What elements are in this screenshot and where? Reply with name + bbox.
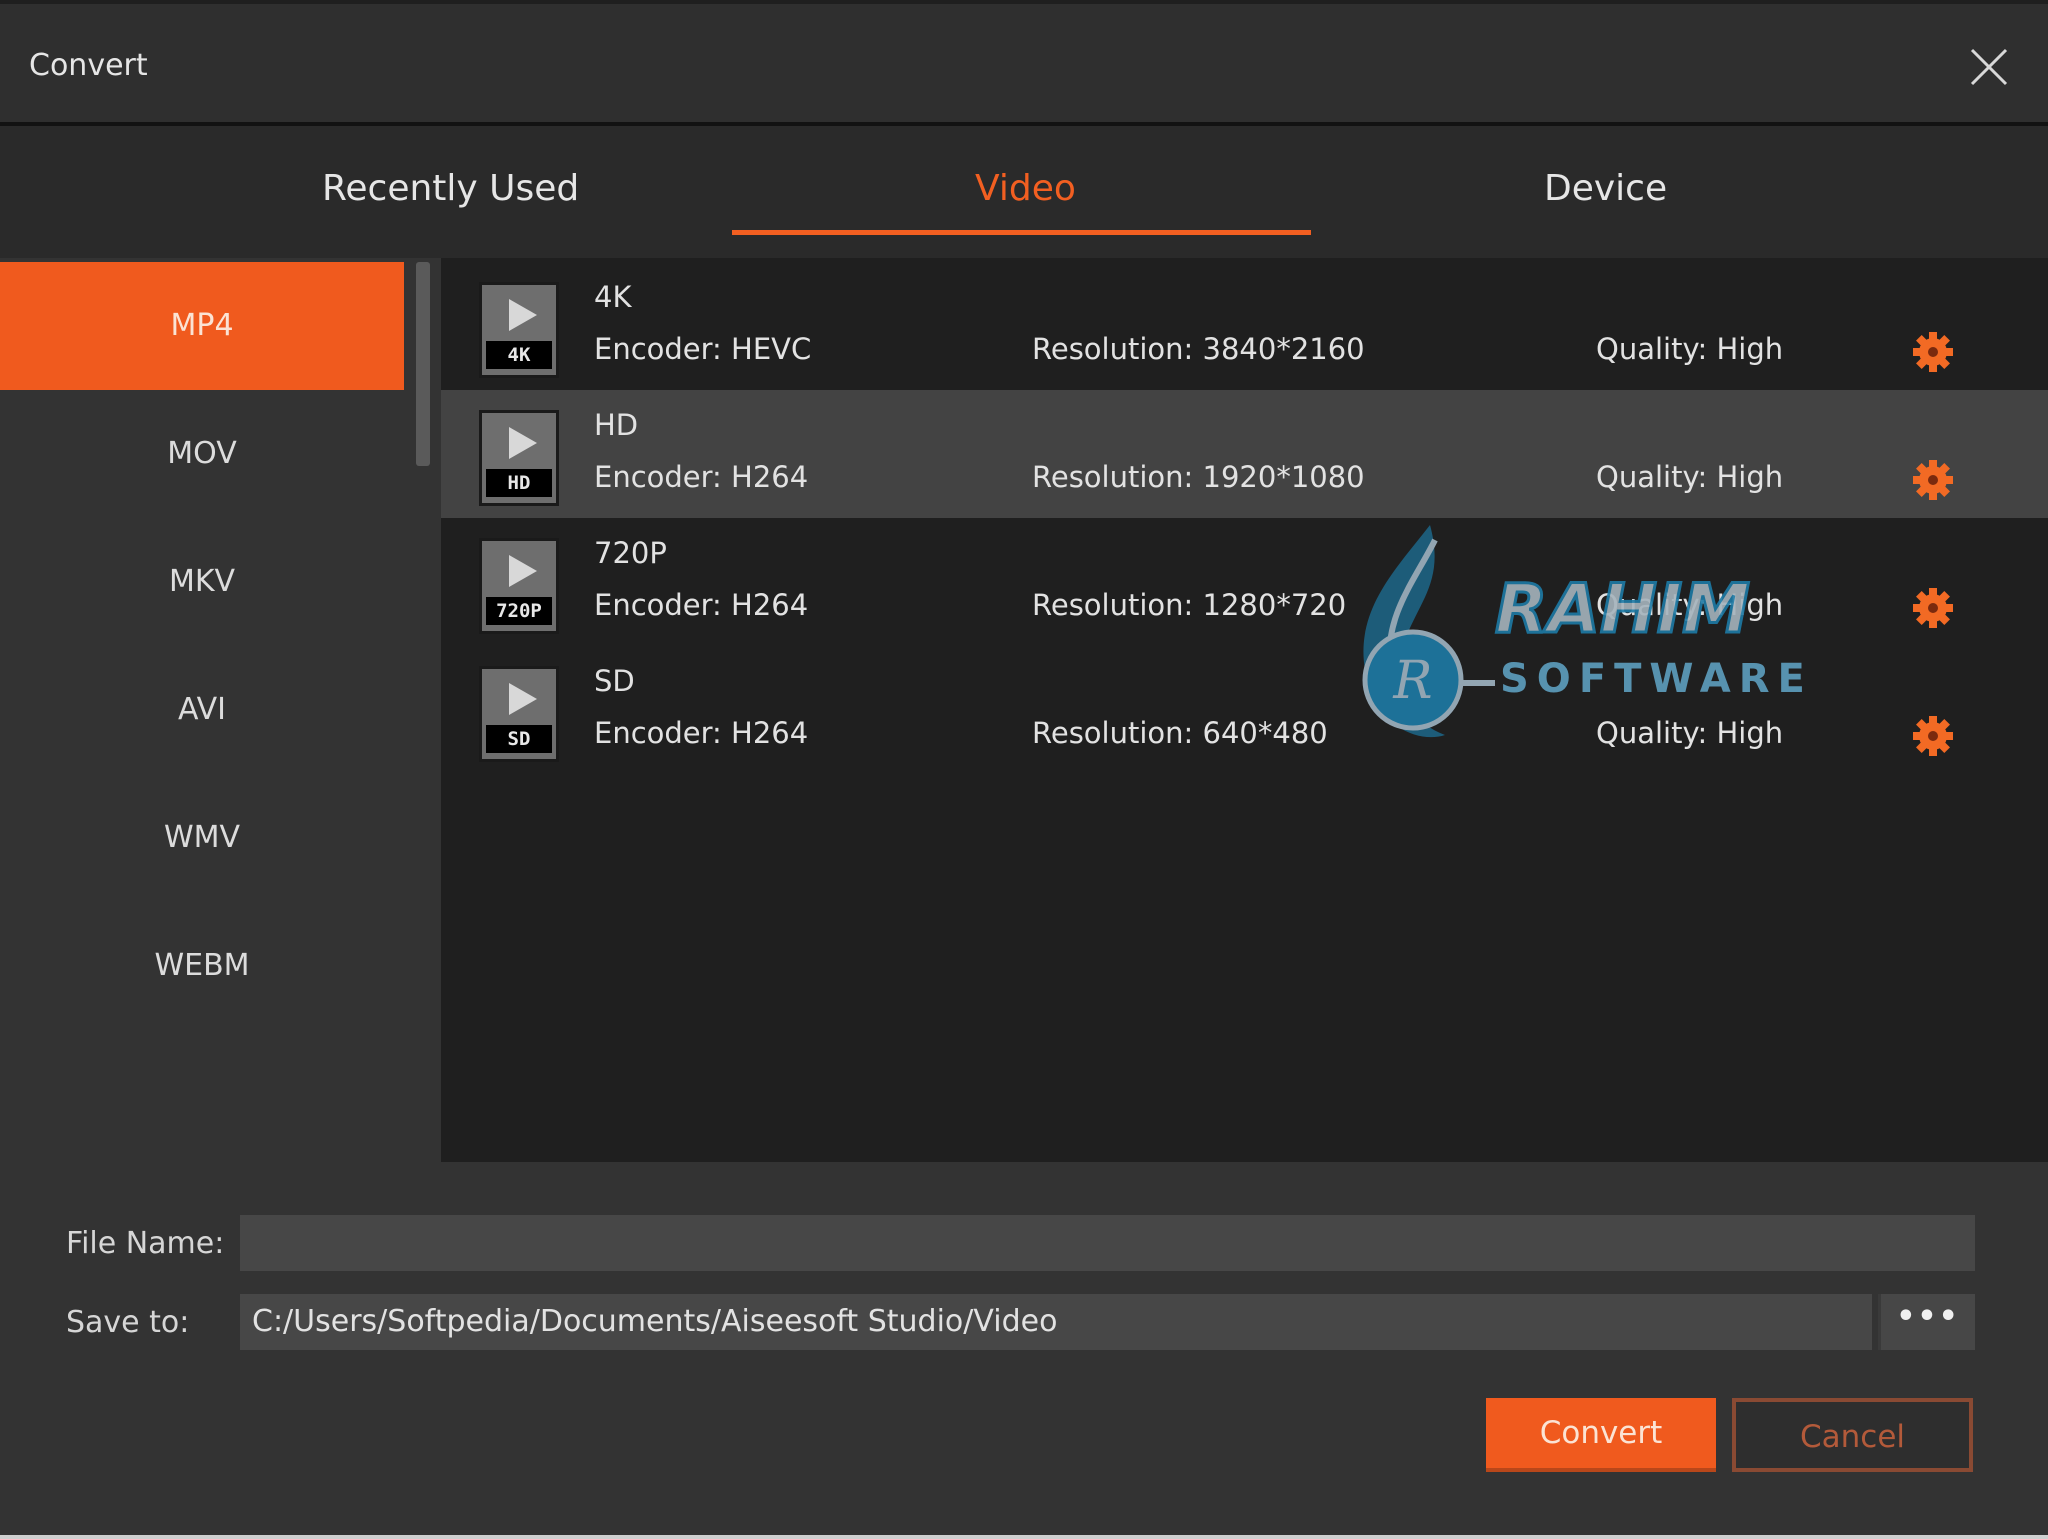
preset-quality: Quality: High bbox=[1596, 332, 1784, 366]
save-to-path-input[interactable]: C:/Users/Softpedia/Documents/Aiseesoft S… bbox=[240, 1294, 1872, 1350]
preset-encoder: Encoder: HEVC bbox=[594, 332, 812, 366]
video-thumbnail-icon: HD bbox=[479, 410, 559, 506]
preset-name: HD bbox=[594, 408, 639, 442]
preset-encoder: Encoder: H264 bbox=[594, 588, 809, 622]
convert-dialog: Convert Recently Used Video Device MP4 M… bbox=[0, 0, 2048, 1535]
preset-resolution: Resolution: 640*480 bbox=[1032, 716, 1328, 750]
preset-row-4k[interactable]: 4K 4K Encoder: HEVC Resolution: 3840*216… bbox=[441, 262, 2048, 390]
video-thumbnail-icon: SD bbox=[479, 666, 559, 762]
preset-resolution: Resolution: 1920*1080 bbox=[1032, 460, 1365, 494]
preset-row-sd[interactable]: SD SD Encoder: H264 Resolution: 640*480 … bbox=[441, 646, 2048, 774]
convert-button[interactable]: Convert bbox=[1486, 1398, 1716, 1472]
preset-encoder: Encoder: H264 bbox=[594, 716, 809, 750]
gear-icon[interactable] bbox=[1910, 585, 1956, 631]
play-icon bbox=[509, 427, 537, 459]
sidebar-scrollbar[interactable] bbox=[416, 262, 430, 466]
save-to-label: Save to: bbox=[66, 1305, 190, 1340]
preset-badge: SD bbox=[486, 725, 552, 753]
gear-icon[interactable] bbox=[1910, 713, 1956, 759]
category-tabs: Recently Used Video Device bbox=[0, 126, 2048, 258]
file-name-label: File Name: bbox=[66, 1226, 225, 1261]
preset-list: 4K 4K Encoder: HEVC Resolution: 3840*216… bbox=[441, 258, 2048, 1162]
gear-icon[interactable] bbox=[1910, 329, 1956, 375]
preset-quality: Quality: High bbox=[1596, 588, 1784, 622]
title-bar: Convert bbox=[0, 0, 2048, 122]
preset-name: 720P bbox=[594, 536, 667, 570]
format-item-webm[interactable]: WEBM bbox=[0, 902, 404, 1030]
video-thumbnail-icon: 720P bbox=[479, 538, 559, 634]
play-icon bbox=[509, 683, 537, 715]
format-item-mov[interactable]: MOV bbox=[0, 390, 404, 518]
preset-badge: 4K bbox=[486, 341, 552, 369]
tab-recently-used[interactable]: Recently Used bbox=[322, 168, 579, 209]
preset-badge: 720P bbox=[486, 597, 552, 625]
play-icon bbox=[509, 299, 537, 331]
format-item-wmv[interactable]: WMV bbox=[0, 774, 404, 902]
format-item-mkv[interactable]: MKV bbox=[0, 518, 404, 646]
format-sidebar: MP4 MOV MKV AVI WMV WEBM Search bbox=[0, 258, 441, 1382]
tab-device[interactable]: Device bbox=[1544, 168, 1667, 209]
file-name-input[interactable] bbox=[240, 1215, 1975, 1271]
active-tab-indicator bbox=[732, 230, 1311, 235]
cancel-button[interactable]: Cancel bbox=[1732, 1398, 1973, 1472]
format-item-mp4[interactable]: MP4 bbox=[0, 262, 404, 390]
gear-icon[interactable] bbox=[1910, 457, 1956, 503]
preset-row-720p[interactable]: 720P 720P Encoder: H264 Resolution: 1280… bbox=[441, 518, 2048, 646]
preset-name: SD bbox=[594, 664, 635, 698]
tab-video[interactable]: Video bbox=[975, 168, 1076, 209]
preset-resolution: Resolution: 3840*2160 bbox=[1032, 332, 1365, 366]
preset-name: 4K bbox=[594, 280, 632, 314]
close-button[interactable] bbox=[1966, 44, 2012, 90]
preset-row-hd[interactable]: HD HD Encoder: H264 Resolution: 1920*108… bbox=[441, 390, 2048, 518]
preset-badge: HD bbox=[486, 469, 552, 497]
format-item-avi[interactable]: AVI bbox=[0, 646, 404, 774]
close-x-icon bbox=[1970, 48, 2008, 86]
window-edge bbox=[0, 1535, 2048, 1539]
play-icon bbox=[509, 555, 537, 587]
preset-quality: Quality: High bbox=[1596, 716, 1784, 750]
preset-resolution: Resolution: 1280*720 bbox=[1032, 588, 1347, 622]
dialog-title: Convert bbox=[29, 48, 148, 83]
preset-quality: Quality: High bbox=[1596, 460, 1784, 494]
video-thumbnail-icon: 4K bbox=[479, 282, 559, 378]
browse-folder-button[interactable]: ••• bbox=[1878, 1294, 1975, 1350]
preset-encoder: Encoder: H264 bbox=[594, 460, 809, 494]
